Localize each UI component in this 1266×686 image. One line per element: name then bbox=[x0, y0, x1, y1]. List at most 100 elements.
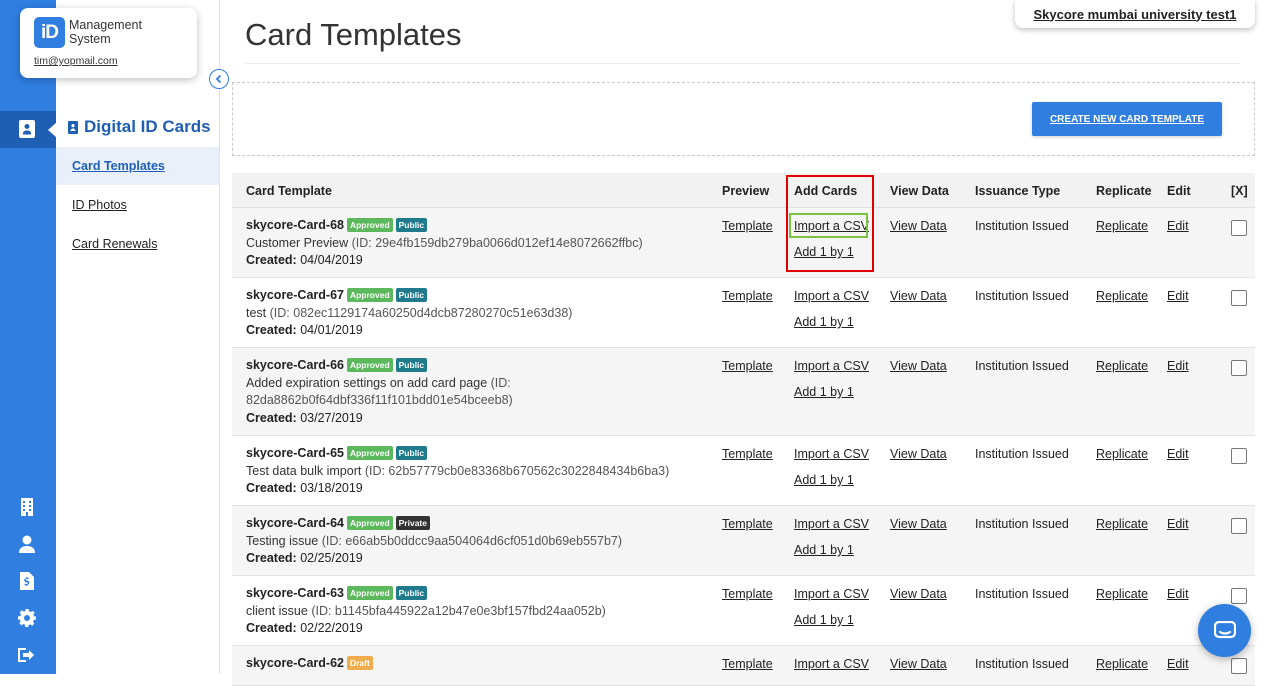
status-badge: Draft bbox=[346, 656, 373, 670]
app-name: Management System bbox=[69, 18, 142, 46]
visibility-badge: Private bbox=[395, 516, 430, 530]
brand-card: iD Management System tim@yopmail.com bbox=[20, 8, 197, 78]
add-one-by-one-link[interactable]: Add 1 by 1 bbox=[794, 543, 854, 557]
row-select-checkbox[interactable] bbox=[1231, 220, 1247, 236]
row-select-checkbox[interactable] bbox=[1231, 290, 1247, 306]
column-header-add-cards: Add Cards bbox=[794, 183, 858, 198]
rail-item-id-cards[interactable] bbox=[0, 111, 57, 148]
table-row: skycore-Card-62 Draft Template Import a CSV… bbox=[232, 646, 1255, 686]
sidebar-section-title: Digital ID Cards bbox=[68, 117, 211, 137]
add-one-by-one-link[interactable]: Add 1 by 1 bbox=[794, 385, 854, 399]
status-badge: Approved bbox=[346, 358, 393, 372]
preview-template-link[interactable]: Template bbox=[722, 289, 773, 303]
add-one-by-one-link[interactable]: Add 1 by 1 bbox=[794, 473, 854, 487]
building-icon[interactable] bbox=[18, 498, 36, 516]
import-csv-link[interactable]: Import a CSV bbox=[794, 219, 869, 233]
row-select-checkbox[interactable] bbox=[1231, 588, 1247, 604]
dollar-document-icon[interactable] bbox=[18, 572, 36, 590]
template-id: (ID: 62b57779cb0e83368b670562c3022848434… bbox=[364, 463, 670, 478]
view-data-link[interactable]: View Data bbox=[890, 447, 947, 461]
preview-template-link[interactable]: Template bbox=[722, 657, 773, 671]
table-row: skycore-Card-65 Approved Public Test data b… bbox=[232, 436, 1255, 506]
visibility-badge: Public bbox=[395, 288, 428, 302]
app-name-line2: System bbox=[69, 32, 111, 46]
gear-icon[interactable] bbox=[18, 609, 36, 627]
created-date: 02/25/2019 bbox=[300, 551, 363, 565]
template-name: skycore-Card-65 bbox=[246, 446, 344, 460]
app-logo: iD bbox=[34, 17, 65, 48]
sidebar-item-card-renewals[interactable]: Card Renewals bbox=[56, 225, 219, 263]
edit-link[interactable]: Edit bbox=[1167, 447, 1189, 461]
import-csv-link[interactable]: Import a CSV bbox=[794, 587, 869, 601]
import-csv-link[interactable]: Import a CSV bbox=[794, 517, 869, 531]
collapse-sidebar-button[interactable] bbox=[209, 69, 229, 89]
preview-template-link[interactable]: Template bbox=[722, 359, 773, 373]
edit-link[interactable]: Edit bbox=[1167, 517, 1189, 531]
preview-template-link[interactable]: Template bbox=[722, 219, 773, 233]
edit-link[interactable]: Edit bbox=[1167, 219, 1189, 233]
add-one-by-one-link[interactable]: Add 1 by 1 bbox=[794, 613, 854, 627]
view-data-link[interactable]: View Data bbox=[890, 219, 947, 233]
app-name-line1: Management bbox=[69, 18, 142, 32]
template-info: skycore-Card-68 Approved Public Customer Pr… bbox=[246, 217, 706, 270]
preview-template-link[interactable]: Template bbox=[722, 447, 773, 461]
view-data-link[interactable]: View Data bbox=[890, 517, 947, 531]
table-row: skycore-Card-67 Approved Public test (ID: 0… bbox=[232, 278, 1255, 348]
visibility-badge: Public bbox=[395, 218, 428, 232]
logout-icon[interactable] bbox=[18, 646, 36, 664]
view-data-link[interactable]: View Data bbox=[890, 289, 947, 303]
preview-template-link[interactable]: Template bbox=[722, 587, 773, 601]
create-card-template-button[interactable]: CREATE NEW CARD TEMPLATE bbox=[1032, 102, 1222, 136]
view-data-link[interactable]: View Data bbox=[890, 657, 947, 671]
template-description: client issue bbox=[246, 603, 308, 618]
sidebar-item-label: Card Templates bbox=[72, 159, 165, 173]
edit-link[interactable]: Edit bbox=[1167, 359, 1189, 373]
replicate-link[interactable]: Replicate bbox=[1096, 359, 1148, 373]
template-name: skycore-Card-66 bbox=[246, 358, 344, 372]
view-data-link[interactable]: View Data bbox=[890, 587, 947, 601]
edit-link[interactable]: Edit bbox=[1167, 587, 1189, 601]
import-csv-link[interactable]: Import a CSV bbox=[794, 289, 869, 303]
add-one-by-one-link[interactable]: Add 1 by 1 bbox=[794, 245, 854, 259]
template-name: skycore-Card-67 bbox=[246, 288, 344, 302]
template-description: Testing issue bbox=[246, 533, 319, 548]
sidebar-item-id-photos[interactable]: ID Photos bbox=[56, 186, 219, 224]
view-data-link[interactable]: View Data bbox=[890, 359, 947, 373]
preview-template-link[interactable]: Template bbox=[722, 517, 773, 531]
replicate-link[interactable]: Replicate bbox=[1096, 657, 1148, 671]
row-select-checkbox[interactable] bbox=[1231, 360, 1247, 376]
created-date: 03/18/2019 bbox=[300, 481, 363, 495]
chat-button[interactable] bbox=[1198, 604, 1251, 657]
organization-selector[interactable]: Skycore mumbai university test1 bbox=[1015, 0, 1255, 28]
user-email-link[interactable]: tim@yopmail.com bbox=[34, 55, 118, 67]
import-csv-link[interactable]: Import a CSV bbox=[794, 657, 869, 671]
created-label: Created: bbox=[246, 551, 297, 565]
user-icon[interactable] bbox=[18, 535, 36, 553]
replicate-link[interactable]: Replicate bbox=[1096, 587, 1148, 601]
row-select-checkbox[interactable] bbox=[1231, 518, 1247, 534]
icon-rail bbox=[0, 0, 57, 674]
issuance-type: Institution Issued bbox=[975, 359, 1069, 373]
sidebar-section-label: Digital ID Cards bbox=[84, 117, 211, 136]
replicate-link[interactable]: Replicate bbox=[1096, 289, 1148, 303]
edit-link[interactable]: Edit bbox=[1167, 657, 1189, 671]
add-one-by-one-link[interactable]: Add 1 by 1 bbox=[794, 315, 854, 329]
visibility-badge: Public bbox=[395, 586, 428, 600]
edit-link[interactable]: Edit bbox=[1167, 289, 1189, 303]
row-select-checkbox[interactable] bbox=[1231, 448, 1247, 464]
issuance-type: Institution Issued bbox=[975, 219, 1069, 233]
sidebar-item-card-templates[interactable]: Card Templates bbox=[56, 147, 219, 185]
import-csv-link[interactable]: Import a CSV bbox=[794, 359, 869, 373]
replicate-link[interactable]: Replicate bbox=[1096, 219, 1148, 233]
page-title: Card Templates bbox=[245, 17, 462, 52]
status-badge: Approved bbox=[346, 446, 393, 460]
import-csv-link[interactable]: Import a CSV bbox=[794, 447, 869, 461]
status-badge: Approved bbox=[346, 516, 393, 530]
replicate-link[interactable]: Replicate bbox=[1096, 517, 1148, 531]
issuance-type: Institution Issued bbox=[975, 587, 1069, 601]
row-select-checkbox[interactable] bbox=[1231, 658, 1247, 674]
column-header-view-data: View Data bbox=[890, 183, 949, 198]
replicate-link[interactable]: Replicate bbox=[1096, 447, 1148, 461]
table-row: skycore-Card-68 Approved Public Customer Pr… bbox=[232, 208, 1255, 278]
sidebar-item-label: Card Renewals bbox=[72, 237, 158, 251]
